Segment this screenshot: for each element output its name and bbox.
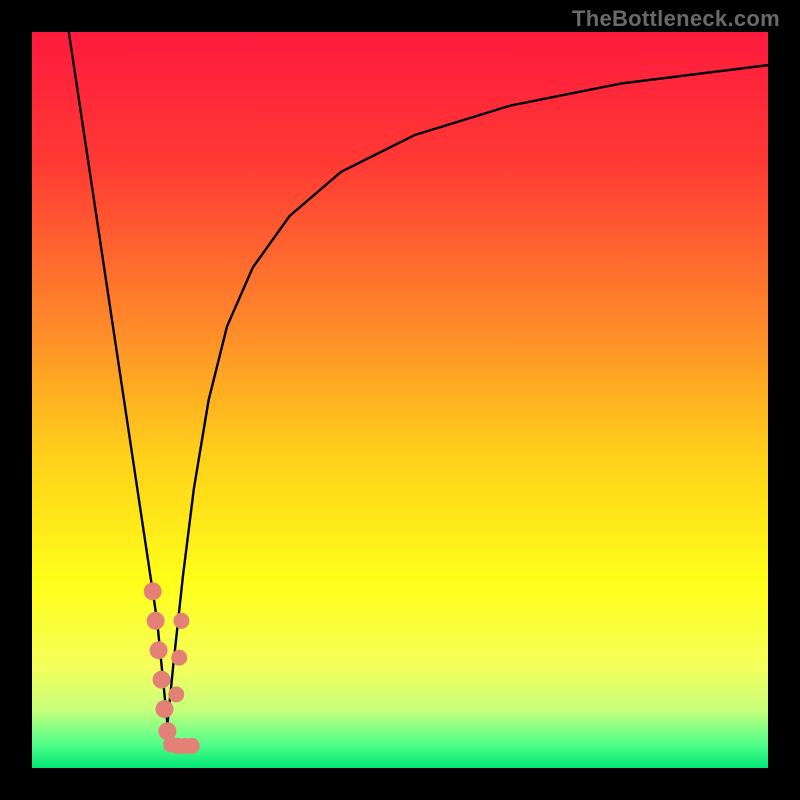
marker-dot	[173, 613, 189, 629]
watermark-text: TheBottleneck.com	[572, 6, 780, 32]
plot-area	[32, 32, 768, 768]
marker-dot	[168, 686, 184, 702]
marker-dot	[155, 700, 173, 718]
marker-dot	[147, 612, 165, 630]
marker-dot	[184, 738, 200, 754]
chart-frame: TheBottleneck.com	[0, 0, 800, 800]
marker-dot	[171, 650, 187, 666]
marker-dot	[150, 641, 168, 659]
chart-svg	[32, 32, 768, 768]
marker-dot	[153, 671, 171, 689]
marker-dot	[144, 582, 162, 600]
